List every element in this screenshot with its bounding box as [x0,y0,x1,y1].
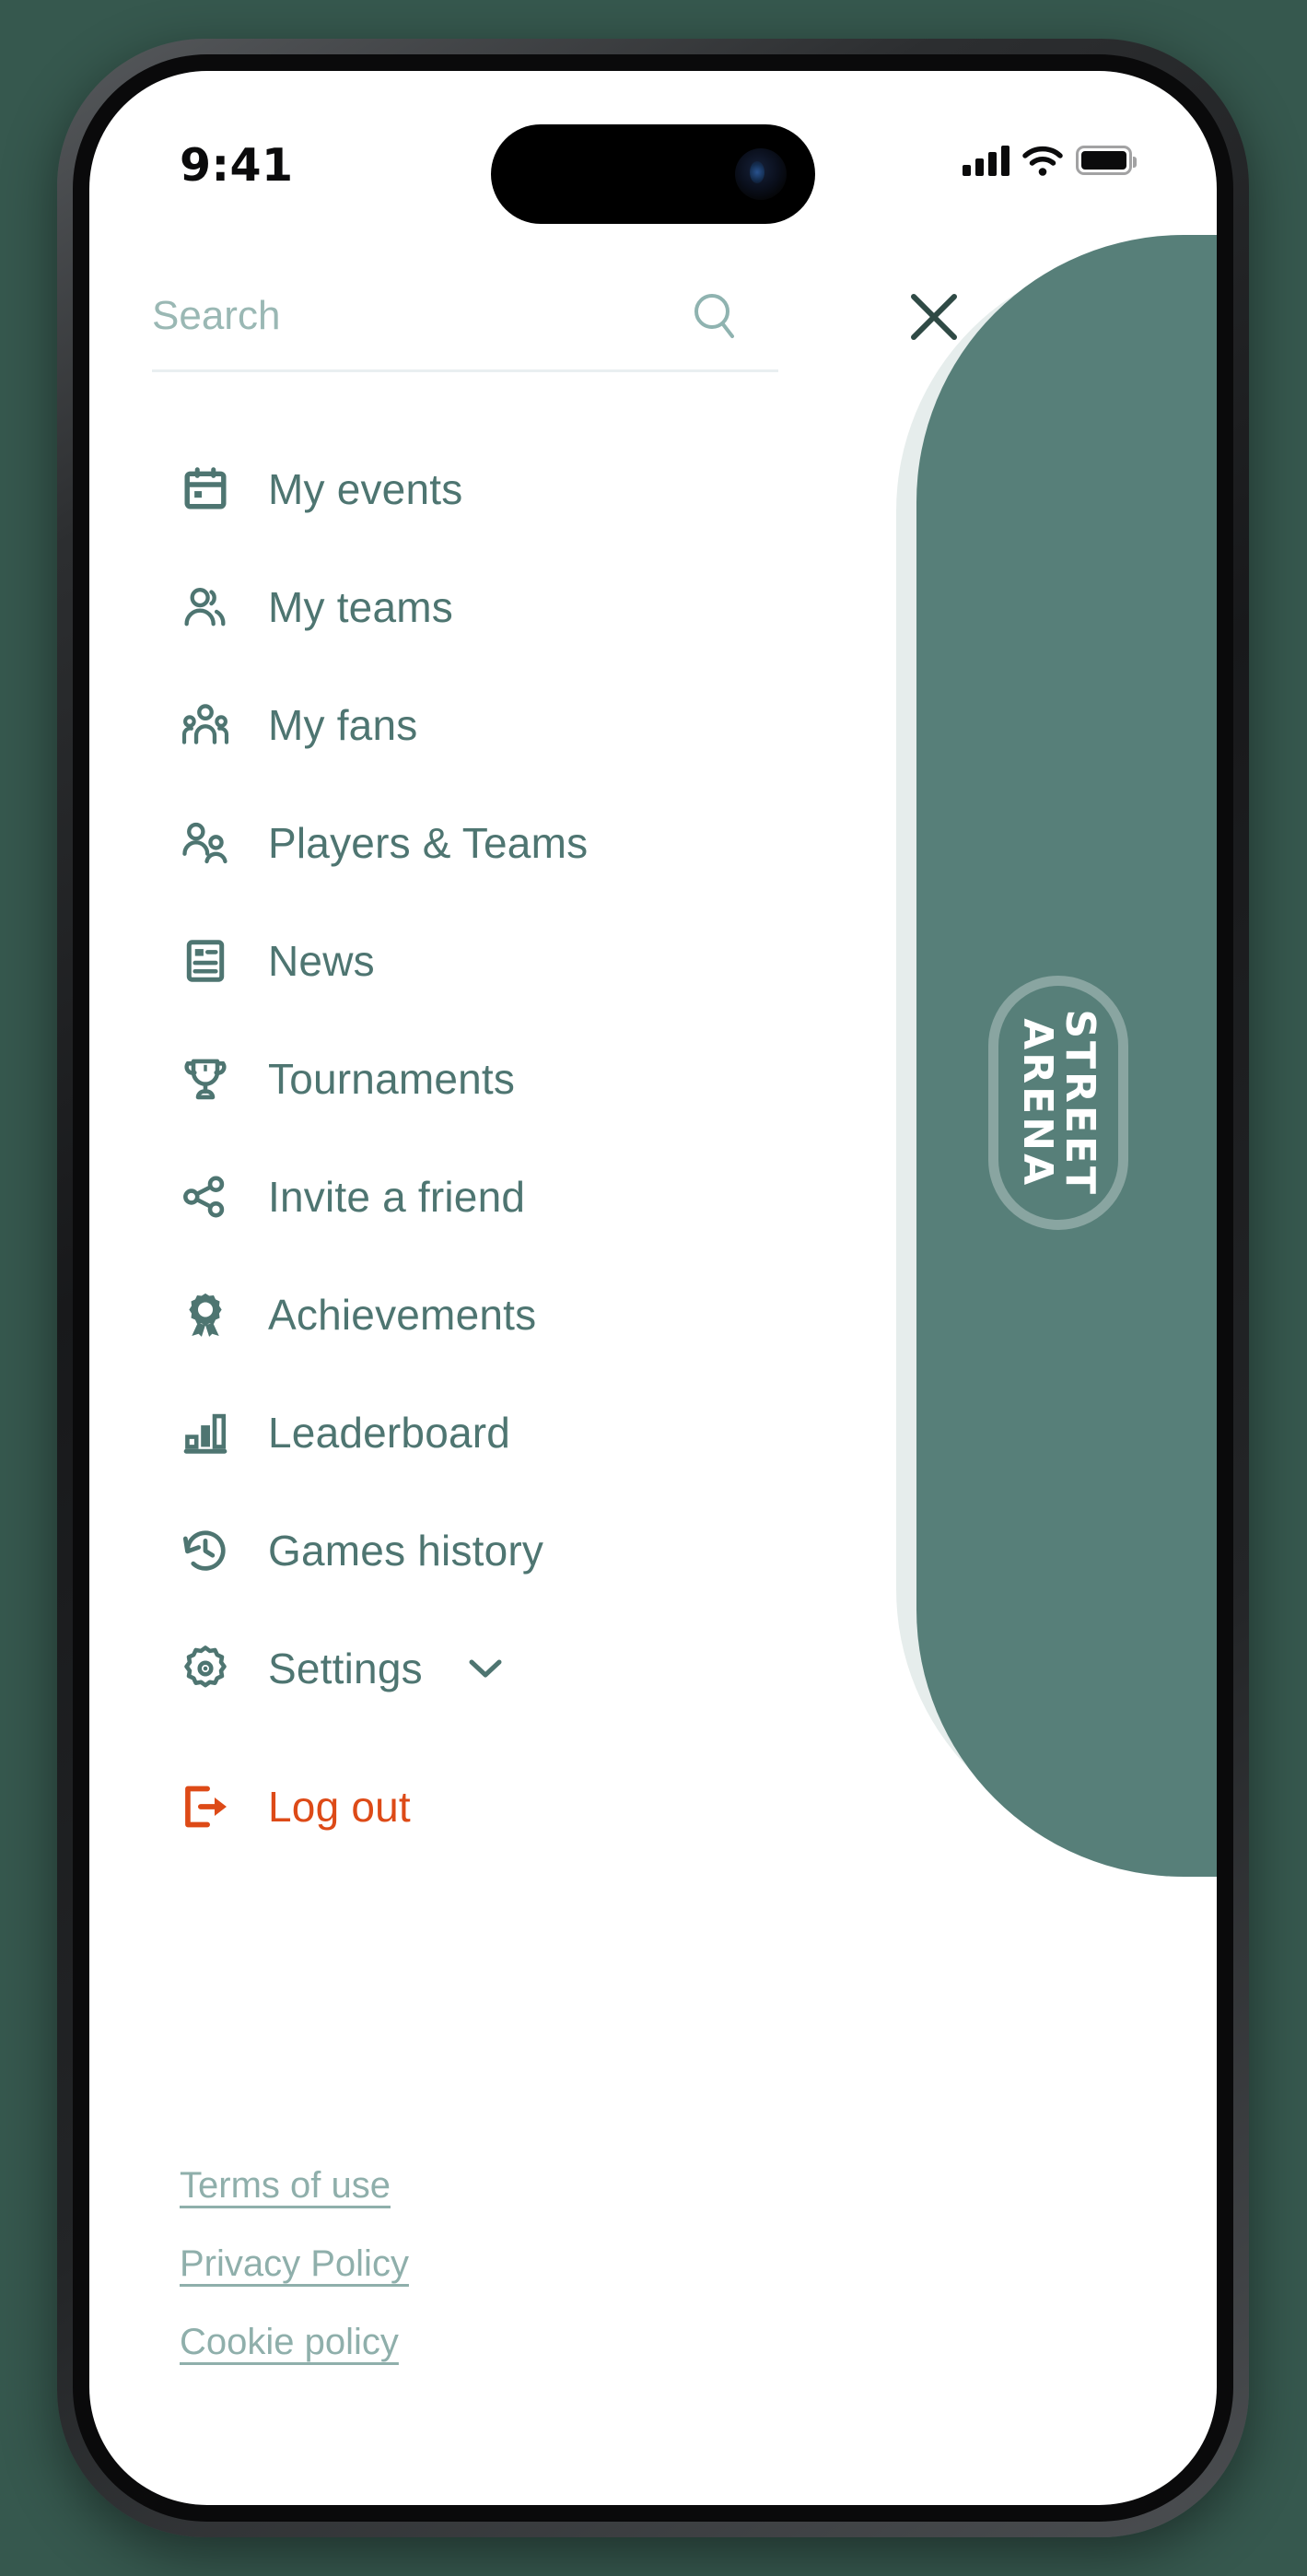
gear-icon [180,1643,231,1694]
menu-item-tournaments[interactable]: Tournaments [152,1020,889,1138]
share-icon [180,1171,231,1223]
users-three-icon [180,699,231,751]
search-submit-button[interactable] [688,288,743,344]
sign-out-icon [180,1781,231,1832]
menu-item-leaderboard[interactable]: Leaderboard [152,1374,889,1492]
logout-button[interactable]: Log out [152,1748,889,1866]
user-pair-icon [180,817,231,869]
menu-item-players-teams[interactable]: Players & Teams [152,784,889,902]
close-icon [911,294,957,340]
menu-item-games-history[interactable]: Games history [152,1492,889,1610]
menu-item-my-teams[interactable]: My teams [152,548,889,666]
menu-item-label: My teams [268,583,453,631]
search-row [152,288,1147,372]
screenshot-stage: STREET ARENA 9:41 Search My events My te… [0,0,1307,2576]
menu-item-label: My fans [268,701,418,749]
menu-item-label: Tournaments [268,1055,516,1103]
footer-link-cookie-policy[interactable]: Cookie policy [180,2322,399,2363]
trophy-icon [180,1053,231,1105]
menu-item-my-events[interactable]: My events [152,430,889,548]
phone-screen: STREET ARENA 9:41 Search My events My te… [89,71,1217,2505]
navigation-menu: My events My teams My fans Players & Tea… [152,430,889,1866]
footer-links: Terms of use Privacy Policy Cookie polic… [180,2165,409,2363]
bar-chart-icon [180,1407,231,1458]
menu-item-label: My events [268,465,463,513]
footer-link-privacy-policy[interactable]: Privacy Policy [180,2243,409,2285]
users-two-icon [180,581,231,633]
menu-item-achievements[interactable]: Achievements [152,1256,889,1374]
close-menu-button[interactable] [898,281,970,353]
menu-item-label: Games history [268,1527,544,1575]
side-menu-panel: My events My teams [89,71,1217,2505]
menu-item-news[interactable]: News [152,902,889,1020]
logout-label: Log out [268,1783,411,1831]
menu-item-invite-a-friend[interactable]: Invite a friend [152,1138,889,1256]
article-icon [180,935,231,987]
phone-device-frame: STREET ARENA 9:41 Search My events My te… [57,39,1249,2537]
footer-link-terms-of-use[interactable]: Terms of use [180,2165,391,2207]
search-field [152,288,778,372]
menu-item-label: Achievements [268,1291,537,1339]
chevron-down-icon[interactable] [467,1657,504,1680]
dynamic-island [491,124,815,224]
menu-item-label: Settings [268,1645,423,1692]
menu-item-label: Players & Teams [268,819,589,867]
menu-item-label: Invite a friend [268,1173,526,1221]
front-camera-icon [735,148,787,200]
menu-item-settings[interactable]: Settings [152,1610,889,1727]
menu-item-my-fans[interactable]: My fans [152,666,889,784]
medal-icon [180,1289,231,1341]
menu-item-label: Leaderboard [268,1409,511,1457]
clock-rewind-icon [180,1525,231,1576]
menu-item-label: News [268,937,375,985]
calendar-icon [180,463,231,515]
search-icon [694,294,734,338]
search-input[interactable] [152,293,631,339]
